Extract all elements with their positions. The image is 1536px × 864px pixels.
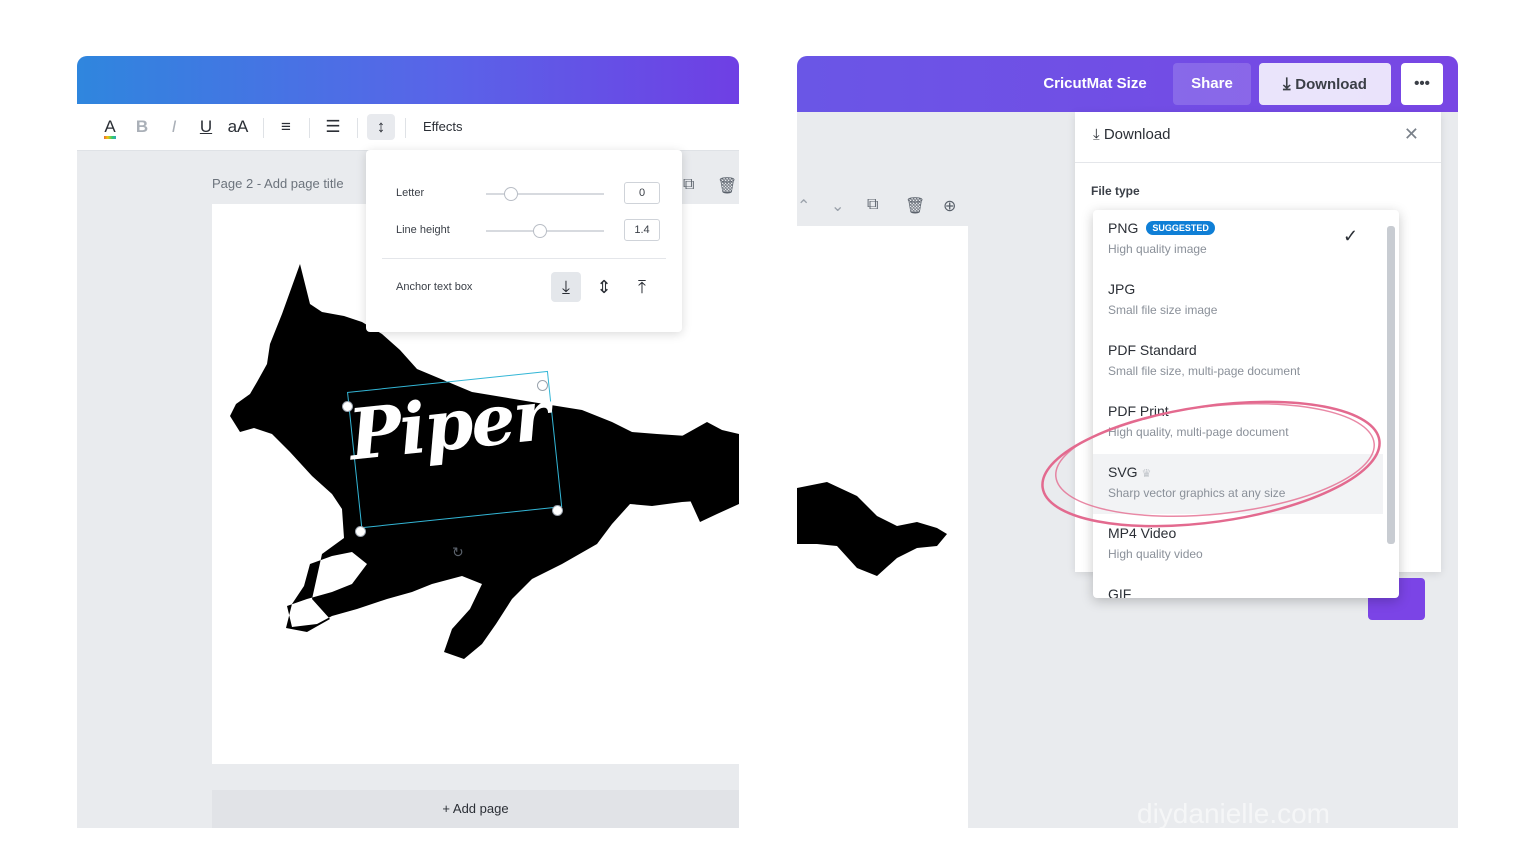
line-height-label: Line height [396, 224, 450, 236]
file-type-option-svg[interactable]: SVG ♛ Sharp vector graphics at any size [1093, 454, 1383, 514]
share-button[interactable]: Share [1173, 63, 1251, 105]
letter-spacing-slider[interactable] [503, 187, 518, 201]
text-color-button[interactable]: A [99, 114, 121, 140]
option-name: MP4 Video [1108, 525, 1177, 541]
file-type-option-pdf-standard[interactable]: PDF Standard Small file size, multi-page… [1093, 332, 1383, 392]
spacing-button[interactable]: ↕ [367, 114, 395, 140]
option-description: High quality video [1108, 547, 1203, 561]
file-type-option-gif[interactable]: GIF [1093, 576, 1383, 598]
close-icon[interactable]: ✕ [1404, 124, 1419, 145]
file-type-option-pdf-print[interactable]: PDF Print High quality, multi-page docum… [1093, 393, 1383, 453]
popup-divider [382, 258, 666, 259]
bullet-list-button[interactable]: ☰ [322, 114, 344, 140]
option-name: GIF [1108, 586, 1132, 598]
file-type-dropdown[interactable]: PNG SUGGESTED High quality image ✓ JPG Sm… [1093, 210, 1399, 598]
effects-button[interactable]: Effects [423, 114, 463, 140]
option-description: Small file size, multi-page document [1108, 364, 1301, 378]
file-type-option-png[interactable]: PNG SUGGESTED High quality image ✓ [1093, 210, 1383, 270]
watermark: diydanielle.com [1137, 798, 1330, 828]
underline-button[interactable]: U [195, 114, 217, 140]
option-name: PDF Standard [1108, 342, 1197, 358]
dropdown-scrollbar[interactable] [1387, 226, 1395, 544]
editor-topbar: CricutMat Size Share ⤓ Download ••• [797, 56, 1458, 112]
download-panel-header: ⤓ Download [1093, 126, 1171, 143]
anchor-middle-button[interactable]: ⇕ [589, 272, 619, 302]
more-options-button[interactable]: ••• [1401, 63, 1443, 105]
toolbar-divider [405, 118, 406, 138]
file-type-option-jpg[interactable]: JPG Small file size image [1093, 271, 1383, 331]
anchor-bottom-button[interactable]: ⤒ [627, 272, 657, 302]
chevron-up-icon[interactable]: ⌃ [797, 196, 810, 216]
option-description: High quality, multi-page document [1108, 425, 1289, 439]
chevron-down-icon[interactable]: ⌄ [831, 196, 844, 216]
download-button-label: Download [1295, 76, 1367, 93]
rotate-handle-icon[interactable]: ↻ [452, 544, 464, 561]
text-case-button[interactable]: aA [227, 114, 249, 140]
design-page[interactable] [797, 226, 968, 828]
download-button[interactable]: ⤓ Download [1259, 63, 1391, 105]
panel-divider [1075, 162, 1441, 163]
option-name: PNG SUGGESTED [1108, 220, 1215, 236]
anchor-text-box-label: Anchor text box [396, 281, 473, 293]
anchor-top-button[interactable]: ⤓ [551, 272, 581, 302]
option-name: JPG [1108, 281, 1136, 297]
text-color-icon: A [104, 117, 116, 139]
left-editor-panel: A B I U aA ≡ ☰ ↕ Effects Page 2 - Add pa… [77, 56, 739, 828]
design-title[interactable]: CricutMat Size [1033, 63, 1157, 105]
copy-page-icon[interactable]: ⧉ [867, 196, 878, 214]
download-icon: ⤓ [1283, 74, 1296, 93]
option-name: SVG ♛ [1108, 464, 1152, 480]
download-icon: ⤓ [1093, 126, 1104, 143]
delete-page-icon[interactable]: 🗑 [717, 176, 737, 196]
page-title[interactable]: Page 2 - Add page title [212, 176, 344, 191]
suggested-badge: SUGGESTED [1146, 221, 1215, 235]
resize-handle-bottom-left[interactable] [355, 526, 366, 537]
align-center-button[interactable]: ≡ [275, 114, 297, 140]
line-height-slider[interactable] [533, 224, 548, 238]
option-description: Small file size image [1108, 303, 1218, 317]
option-description: High quality image [1108, 242, 1207, 256]
spacing-popup: Letter 0 Line height 1.4 Anchor text box… [366, 150, 682, 332]
right-editor-panel: CricutMat Size Share ⤓ Download ••• ⌃ ⌄ … [797, 56, 1458, 828]
file-type-label: File type [1091, 184, 1140, 198]
italic-button[interactable]: I [163, 114, 185, 140]
line-height-input[interactable]: 1.4 [624, 219, 660, 241]
delete-page-icon[interactable]: 🗑 [905, 196, 925, 216]
toolbar-divider [309, 118, 310, 138]
toolbar-divider [357, 118, 358, 138]
bold-button[interactable]: B [131, 114, 153, 140]
add-page-button[interactable]: + Add page [212, 790, 739, 828]
check-icon: ✓ [1343, 226, 1359, 246]
copy-page-icon[interactable]: ⧉ [683, 176, 694, 194]
resize-handle-bottom-right[interactable] [552, 505, 563, 516]
letter-spacing-input[interactable]: 0 [624, 182, 660, 204]
horse-tail-silhouette [797, 482, 947, 576]
premium-crown-icon: ♛ [1141, 468, 1152, 480]
add-page-icon[interactable]: ⊕ [943, 196, 956, 216]
file-type-option-mp4[interactable]: MP4 Video High quality video [1093, 515, 1383, 575]
download-panel-title: Download [1103, 126, 1171, 143]
toolbar-divider [263, 118, 264, 138]
option-name: PDF Print [1108, 403, 1169, 419]
letter-spacing-label: Letter [396, 187, 425, 199]
editor-topbar [77, 56, 739, 104]
option-description: Sharp vector graphics at any size [1108, 486, 1286, 500]
text-toolbar: A B I U aA ≡ ☰ ↕ Effects [77, 104, 739, 151]
